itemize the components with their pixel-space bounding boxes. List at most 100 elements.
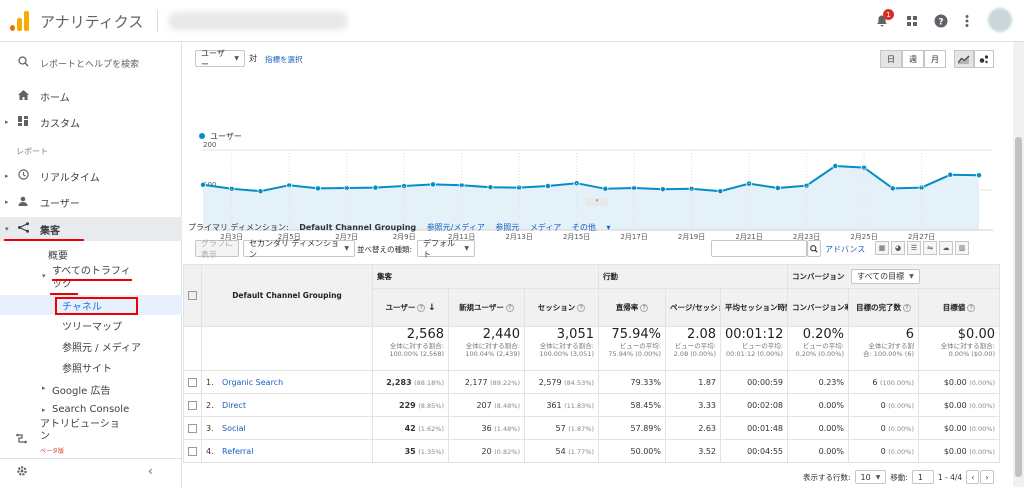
secondary-dimension-select[interactable]: セカンダリ ディメンション ▼ <box>243 238 355 259</box>
cell-pct: (1.87%) <box>568 424 594 433</box>
group-behavior: 行動 <box>598 264 788 289</box>
gear-icon[interactable] <box>16 465 28 480</box>
dimension-other[interactable]: その他 ▾ <box>572 223 611 232</box>
data-point[interactable] <box>659 186 666 193</box>
period-day-button[interactable]: 日 <box>880 50 902 68</box>
data-point[interactable] <box>372 184 379 191</box>
cell-value: $0.00 <box>943 377 967 387</box>
sidebar-item-audience[interactable]: ▸ ユーザー <box>0 190 182 214</box>
plot-rows-button[interactable]: グラフに表示 <box>195 239 239 259</box>
scrollbar[interactable] <box>1013 42 1024 487</box>
sidebar-item-channels[interactable]: チャネル <box>0 295 182 315</box>
channel-link[interactable]: Direct <box>222 401 246 410</box>
line-chart-icon[interactable] <box>954 50 974 68</box>
performance-view-icon[interactable]: ☰ <box>907 241 921 255</box>
row-index: 4. <box>206 446 214 456</box>
col-conversion-rate[interactable]: コンバージョン率? <box>787 288 849 327</box>
data-point[interactable] <box>976 172 982 179</box>
sidebar-item-home[interactable]: ホーム <box>0 84 182 108</box>
metric-select[interactable]: ユーザー ▼ <box>195 49 245 69</box>
row-checkbox[interactable] <box>183 439 202 463</box>
pie-view-icon[interactable]: ◕ <box>891 241 905 255</box>
apps-grid-icon[interactable] <box>902 11 922 31</box>
data-point[interactable] <box>947 171 954 178</box>
sidebar-search[interactable]: レポートとヘルプを検索 <box>0 50 182 76</box>
data-point[interactable] <box>544 183 551 189</box>
col-avg-session-duration[interactable]: 平均セッション時間? <box>720 288 788 327</box>
dimension-source-medium[interactable]: 参照元/メディア <box>427 223 485 232</box>
dimension-active[interactable]: Default Channel Grouping <box>299 223 416 232</box>
cell-value: 0.00% <box>818 446 844 456</box>
chevron-down-icon: ▾ <box>5 225 9 233</box>
select-metric-link[interactable]: 指標を選択 <box>265 54 303 65</box>
col-users[interactable]: ユーザー? ↓ <box>372 288 449 327</box>
account-selector[interactable] <box>168 12 348 30</box>
channel-link[interactable]: Referral <box>222 447 253 456</box>
data-point[interactable] <box>774 185 781 191</box>
sidebar-item-custom[interactable]: ▸ カスタム <box>0 110 182 134</box>
motion-chart-icon[interactable] <box>974 50 994 68</box>
comparison-view-icon[interactable]: ⇋ <box>923 241 937 255</box>
total-value: 3,051 <box>556 327 594 343</box>
help-icon[interactable]: ? <box>931 11 951 31</box>
rows-per-page-select[interactable]: 10 ▼ <box>854 470 887 484</box>
select-value: セカンダリ ディメンション <box>249 238 339 259</box>
period-month-button[interactable]: 月 <box>924 50 946 68</box>
data-point[interactable] <box>315 185 321 192</box>
chart-collapse-handle[interactable]: ▾ <box>586 198 608 206</box>
table-view-icon[interactable]: ▦ <box>875 241 889 255</box>
data-point[interactable] <box>429 181 436 188</box>
avatar[interactable] <box>988 8 1012 32</box>
sidebar-item-label: カスタム <box>40 118 80 130</box>
cell-value: 00:00:59 <box>747 377 783 387</box>
data-point[interactable] <box>487 184 494 191</box>
more-vert-icon[interactable] <box>957 11 977 31</box>
select-all-checkbox[interactable] <box>183 264 202 327</box>
sidebar-item-realtime[interactable]: ▸ リアルタイム <box>0 164 182 188</box>
data-point[interactable] <box>889 185 896 192</box>
sidebar-item-referrals[interactable]: 参照サイト <box>62 360 112 375</box>
channel-link[interactable]: Social <box>222 424 246 433</box>
dimension-header[interactable]: Default Channel Grouping <box>201 264 373 327</box>
dimension-source[interactable]: 参照元 <box>495 223 519 232</box>
col-new-users[interactable]: 新規ユーザー? <box>448 288 525 327</box>
total-note: ビューの平均: <box>619 342 661 350</box>
goto-page-input[interactable]: 1 <box>911 470 934 484</box>
prev-page-icon[interactable]: ‹ <box>966 470 980 484</box>
table-search-input[interactable] <box>711 240 807 257</box>
page-range: 1 - 4/4 <box>937 472 963 482</box>
sidebar-item-treemap[interactable]: ツリーマップ <box>62 318 122 333</box>
row-checkbox[interactable] <box>183 393 202 417</box>
cell-avg-session-duration: 00:04:55 <box>720 439 788 463</box>
collapse-chevron-icon[interactable]: ‹ <box>148 464 153 478</box>
scrollbar-thumb[interactable] <box>1015 137 1022 477</box>
data-point[interactable] <box>602 185 609 192</box>
row-checkbox[interactable] <box>183 370 202 394</box>
data-point[interactable] <box>200 181 206 188</box>
col-goal-value[interactable]: 目標値? <box>918 288 1000 327</box>
goal-select[interactable]: すべての目標 ▼ <box>850 269 920 284</box>
analytics-logo[interactable] <box>10 11 30 31</box>
advanced-filter-link[interactable]: アドバンス <box>825 244 865 255</box>
dimension-medium[interactable]: メディア <box>530 223 561 232</box>
pivot-view-icon[interactable]: ▥ <box>955 241 969 255</box>
channel-link[interactable]: Organic Search <box>222 378 283 387</box>
next-page-icon[interactable]: › <box>980 470 994 484</box>
sidebar-item-source-medium[interactable]: 参照元 / メディア <box>62 339 141 354</box>
sidebar-item-overview[interactable]: 概要 <box>48 247 68 262</box>
cell-pct: (100.00%) <box>880 378 914 387</box>
totals-empty <box>183 326 202 371</box>
col-goal-completions[interactable]: 目標の完了数? <box>848 288 919 327</box>
data-point[interactable] <box>832 163 839 169</box>
search-icon[interactable] <box>807 240 821 257</box>
data-point[interactable] <box>717 188 724 195</box>
sidebar-item-acquisition[interactable]: ▾ 集客 <box>0 217 182 241</box>
col-sessions[interactable]: セッション? <box>524 288 599 327</box>
sort-type-select[interactable]: デフォルト ▼ <box>417 239 475 259</box>
data-point[interactable] <box>257 188 264 195</box>
col-bounce-rate[interactable]: 直帰率? <box>598 288 666 327</box>
term-cloud-icon[interactable]: ☁ <box>939 241 953 255</box>
period-week-button[interactable]: 週 <box>902 50 924 68</box>
row-checkbox[interactable] <box>183 416 202 440</box>
col-pages-per-session[interactable]: ページ/セッション? <box>665 288 721 327</box>
